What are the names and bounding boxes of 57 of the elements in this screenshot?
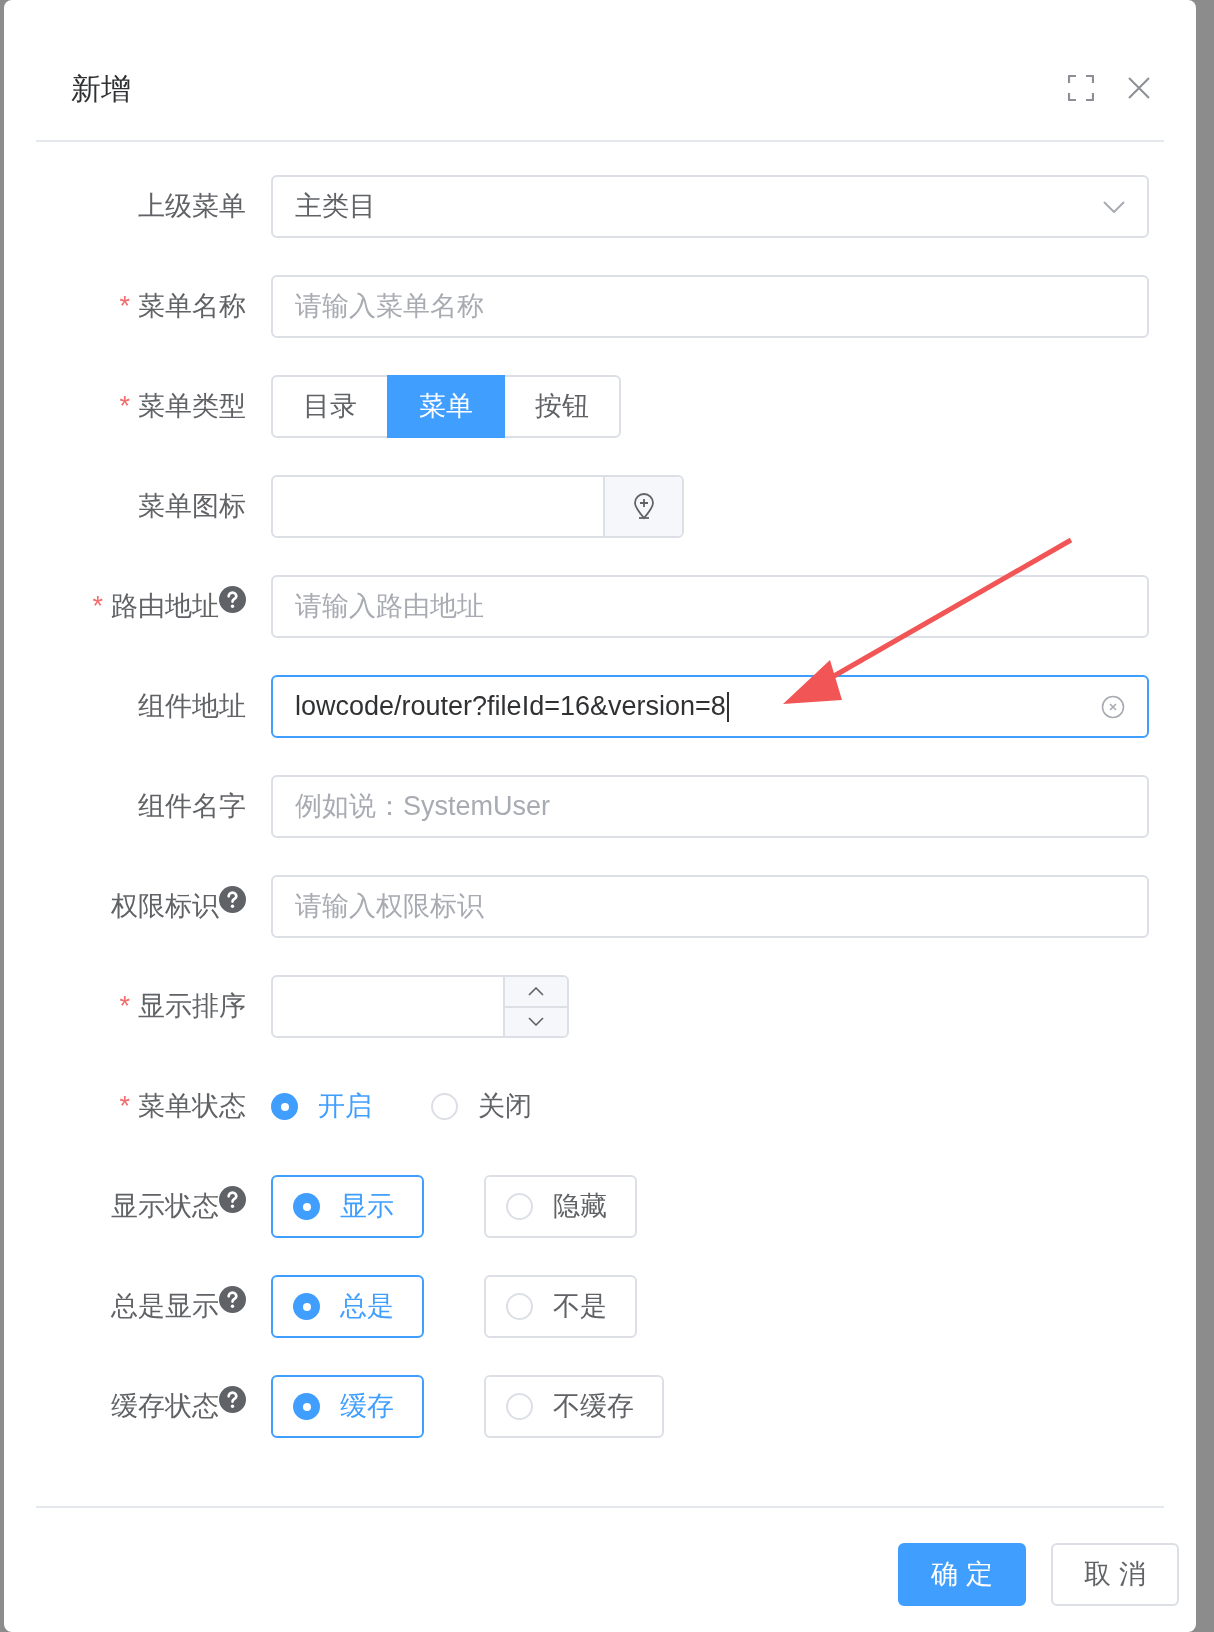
radio-label: 不缓存 bbox=[553, 1390, 634, 1424]
radio-label: 缓存 bbox=[340, 1390, 394, 1424]
required-asterisk: * bbox=[119, 390, 130, 424]
radio-label: 显示 bbox=[340, 1190, 394, 1224]
field-label: 菜单类型 bbox=[138, 390, 246, 424]
field-label: 缓存状态 bbox=[111, 1390, 219, 1424]
segment-button[interactable]: 菜单 bbox=[387, 375, 505, 438]
field-label: 组件名字 bbox=[138, 790, 246, 824]
radio-option[interactable]: 显示 bbox=[271, 1175, 424, 1238]
segment-button[interactable]: 目录 bbox=[271, 375, 389, 438]
input-field[interactable]: 请输入权限标识 bbox=[271, 875, 1149, 938]
input-field[interactable]: 例如说：SystemUser bbox=[271, 775, 1149, 838]
field-label: 显示状态 bbox=[111, 1190, 219, 1224]
field-label: 菜单名称 bbox=[138, 290, 246, 324]
field-label: 菜单图标 bbox=[138, 490, 246, 524]
radio-option[interactable]: 不是 bbox=[484, 1275, 637, 1338]
field-label: 组件地址 bbox=[138, 690, 246, 724]
required-asterisk: * bbox=[119, 1090, 130, 1124]
radio-label: 不是 bbox=[553, 1290, 607, 1324]
input-field[interactable]: 请输入路由地址 bbox=[271, 575, 1149, 638]
radio-label: 开启 bbox=[318, 1090, 372, 1124]
field-label: 菜单状态 bbox=[138, 1090, 246, 1124]
radio-label: 隐藏 bbox=[553, 1190, 607, 1224]
field-label: 上级菜单 bbox=[138, 190, 246, 224]
input-field[interactable]: lowcode/router?fileId=16&version=8 bbox=[271, 675, 1149, 738]
radio-label: 总是 bbox=[340, 1290, 394, 1324]
radio-option[interactable]: 开启 bbox=[271, 1086, 431, 1127]
text-caret bbox=[726, 691, 729, 722]
confirm-button[interactable]: 确 定 bbox=[898, 1543, 1026, 1606]
radio-option[interactable]: 不缓存 bbox=[484, 1375, 664, 1438]
input-field[interactable]: 请输入菜单名称 bbox=[271, 275, 1149, 338]
chevron-up-icon bbox=[528, 986, 544, 996]
field-label: 总是显示 bbox=[111, 1290, 219, 1324]
dialog-title: 新增 bbox=[71, 70, 131, 107]
select-field[interactable]: 主类目 bbox=[271, 175, 1149, 238]
field-label: 显示排序 bbox=[138, 990, 246, 1024]
fullscreen-icon[interactable] bbox=[1068, 75, 1094, 101]
close-icon[interactable] bbox=[1128, 77, 1150, 99]
icon-picker-button[interactable] bbox=[603, 477, 682, 536]
field-label: 路由地址 bbox=[111, 590, 219, 624]
icon-input-field[interactable] bbox=[271, 475, 684, 538]
chevron-down-icon bbox=[528, 1017, 544, 1027]
number-input[interactable] bbox=[271, 975, 569, 1038]
radio-label: 关闭 bbox=[478, 1090, 532, 1124]
radio-option[interactable]: 隐藏 bbox=[484, 1175, 637, 1238]
radio-option[interactable]: 总是 bbox=[271, 1275, 424, 1338]
radio-option[interactable]: 缓存 bbox=[271, 1375, 424, 1438]
field-label: 权限标识 bbox=[111, 890, 219, 924]
clear-icon[interactable] bbox=[1101, 694, 1125, 719]
chevron-down-icon bbox=[1103, 200, 1125, 213]
required-asterisk: * bbox=[92, 590, 103, 624]
cancel-button[interactable]: 取 消 bbox=[1051, 1543, 1179, 1606]
required-asterisk: * bbox=[119, 290, 130, 324]
segment-button[interactable]: 按钮 bbox=[503, 375, 621, 438]
required-asterisk: * bbox=[119, 990, 130, 1024]
location-pin-icon bbox=[632, 493, 655, 520]
radio-option[interactable]: 关闭 bbox=[431, 1086, 532, 1127]
